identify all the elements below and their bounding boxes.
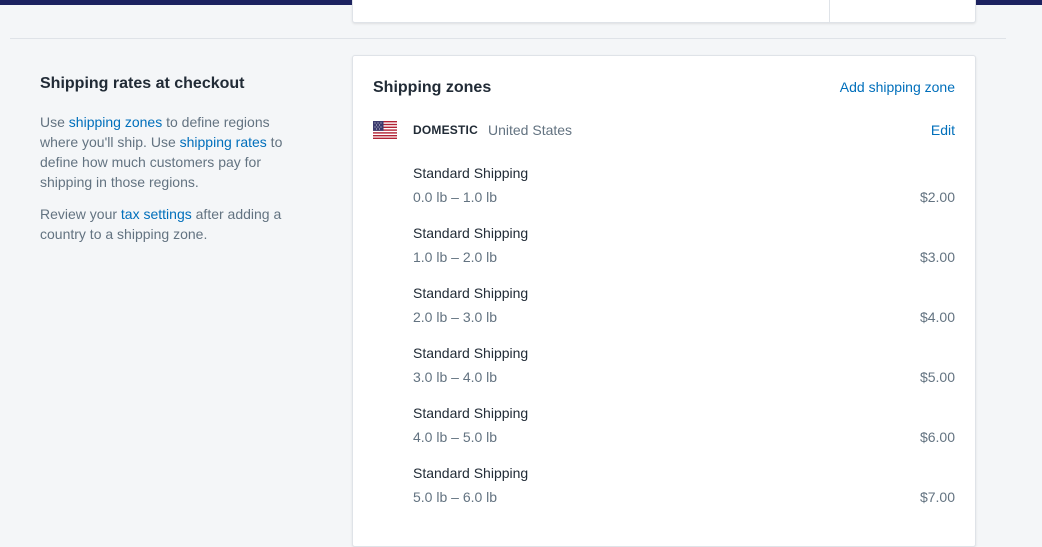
- shipping-rates-list: Standard Shipping 0.0 lb – 1.0 lb $2.00 …: [413, 163, 955, 523]
- shipping-rate-row: Standard Shipping 4.0 lb – 5.0 lb $6.00: [413, 403, 955, 463]
- card-title: Shipping zones: [373, 79, 492, 96]
- rate-name: Standard Shipping: [413, 285, 529, 301]
- zone-country: United States: [488, 122, 573, 138]
- rate-price: $2.00: [919, 189, 955, 205]
- edit-zone-button[interactable]: Edit: [931, 120, 955, 140]
- zone-type-label: DOMESTIC: [413, 123, 478, 137]
- shipping-rate-row: Standard Shipping 3.0 lb – 4.0 lb $5.00: [413, 343, 955, 403]
- rate-weight-range: 5.0 lb – 6.0 lb: [413, 489, 498, 505]
- description-text-use: Use: [40, 114, 69, 130]
- section-description: Shipping rates at checkout Use shipping …: [40, 74, 290, 244]
- rate-price: $7.00: [919, 489, 955, 505]
- previous-card: [352, 0, 976, 23]
- rate-weight-range: 0.0 lb – 1.0 lb: [413, 189, 498, 205]
- rate-price: $4.00: [919, 309, 955, 325]
- rate-weight-range: 4.0 lb – 5.0 lb: [413, 429, 498, 445]
- rate-weight-range: 2.0 lb – 3.0 lb: [413, 309, 498, 325]
- rate-name: Standard Shipping: [413, 165, 529, 181]
- card-column-divider: [829, 0, 830, 22]
- section-description-text: Use shipping zones to define regions whe…: [40, 112, 290, 192]
- shipping-rate-row: Standard Shipping 5.0 lb – 6.0 lb $7.00: [413, 463, 955, 523]
- rate-price: $5.00: [919, 369, 955, 385]
- add-shipping-zone-button[interactable]: Add shipping zone: [840, 77, 955, 97]
- tax-note-start: Review your: [40, 206, 121, 222]
- zone-row-domestic: DOMESTIC United States Edit: [373, 119, 955, 141]
- section-title: Shipping rates at checkout: [40, 75, 245, 92]
- tax-settings-note: Review your tax settings after adding a …: [40, 204, 290, 244]
- rate-name: Standard Shipping: [413, 225, 529, 241]
- shipping-rate-row: Standard Shipping 2.0 lb – 3.0 lb $4.00: [413, 283, 955, 343]
- tax-settings-link[interactable]: tax settings: [121, 206, 192, 222]
- section-divider: [10, 38, 1006, 39]
- rate-name: Standard Shipping: [413, 345, 529, 361]
- rate-weight-range: 3.0 lb – 4.0 lb: [413, 369, 498, 385]
- shipping-rate-row: Standard Shipping 1.0 lb – 2.0 lb $3.00: [413, 223, 955, 283]
- rate-name: Standard Shipping: [413, 405, 529, 421]
- shipping-zones-card: Shipping zones Add shipping zone DOMESTI…: [352, 55, 976, 547]
- shipping-rate-row: Standard Shipping 0.0 lb – 1.0 lb $2.00: [413, 163, 955, 223]
- us-flag-icon: [373, 121, 397, 139]
- card-header: Shipping zones Add shipping zone: [373, 78, 955, 100]
- rate-name: Standard Shipping: [413, 465, 529, 481]
- shipping-rates-link[interactable]: shipping rates: [180, 134, 267, 150]
- shipping-zones-link[interactable]: shipping zones: [69, 114, 162, 130]
- rate-price: $3.00: [919, 249, 955, 265]
- rate-price: $6.00: [919, 429, 955, 445]
- rate-weight-range: 1.0 lb – 2.0 lb: [413, 249, 498, 265]
